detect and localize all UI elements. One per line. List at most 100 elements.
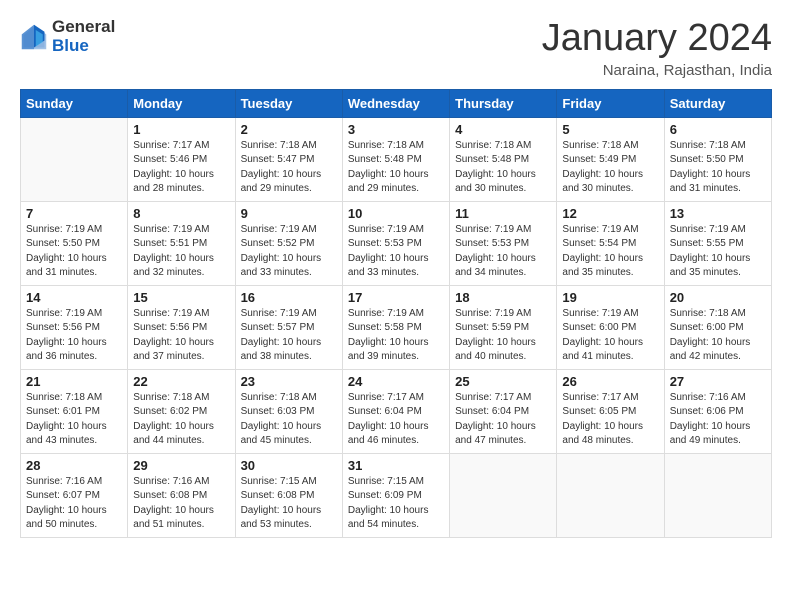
day-info: Sunrise: 7:19 AM Sunset: 5:58 PM Dayligh… xyxy=(348,307,444,365)
calendar-cell: 9Sunrise: 7:19 AM Sunset: 5:52 PM Daylig… xyxy=(235,201,342,285)
calendar-week-row: 1 Sunrise: 7:17 AM Sunset: 5:46 PM Daylig… xyxy=(21,117,772,201)
day-number: 10 xyxy=(348,206,444,221)
calendar-header-row: SundayMondayTuesdayWednesdayThursdayFrid… xyxy=(21,89,772,117)
logo-general: General xyxy=(52,18,115,37)
day-number: 23 xyxy=(241,374,337,389)
calendar-cell: 22 Sunrise: 7:18 AM Sunset: 6:02 PM Dayli… xyxy=(128,369,235,453)
calendar-week-row: 14Sunrise: 7:19 AM Sunset: 5:56 PM Dayli… xyxy=(21,285,772,369)
day-number: 24 xyxy=(348,374,444,389)
day-number: 11 xyxy=(455,206,551,221)
day-info: Sunrise: 7:18 AM Sunset: 5:50 PM Dayligh… xyxy=(670,139,766,197)
calendar-cell: 7Sunrise: 7:19 AM Sunset: 5:50 PM Daylig… xyxy=(21,201,128,285)
day-info: Sunrise: 7:19 AM Sunset: 5:55 PM Dayligh… xyxy=(670,223,766,281)
day-number: 13 xyxy=(670,206,766,221)
day-info: Sunrise: 7:19 AM Sunset: 5:54 PM Dayligh… xyxy=(562,223,658,281)
calendar-cell: 24 Sunrise: 7:17 AM Sunset: 6:04 PM Dayli… xyxy=(342,369,449,453)
day-info: Sunrise: 7:19 AM Sunset: 5:56 PM Dayligh… xyxy=(133,307,229,365)
calendar-cell: 25 Sunrise: 7:17 AM Sunset: 6:04 PM Dayli… xyxy=(450,369,557,453)
day-info: Sunrise: 7:19 AM Sunset: 5:56 PM Dayligh… xyxy=(26,307,122,365)
day-info: Sunrise: 7:19 AM Sunset: 5:51 PM Dayligh… xyxy=(133,223,229,281)
calendar-cell: 19 Sunrise: 7:19 AM Sunset: 6:00 PM Dayli… xyxy=(557,285,664,369)
day-number: 21 xyxy=(26,374,122,389)
day-info: Sunrise: 7:18 AM Sunset: 6:01 PM Dayligh… xyxy=(26,391,122,449)
day-number: 22 xyxy=(133,374,229,389)
day-info: Sunrise: 7:15 AM Sunset: 6:09 PM Dayligh… xyxy=(348,475,444,533)
day-info: Sunrise: 7:19 AM Sunset: 5:53 PM Dayligh… xyxy=(455,223,551,281)
day-number: 27 xyxy=(670,374,766,389)
calendar-cell: 2 Sunrise: 7:18 AM Sunset: 5:47 PM Daylig… xyxy=(235,117,342,201)
calendar-cell: 8 Sunrise: 7:19 AM Sunset: 5:51 PM Daylig… xyxy=(128,201,235,285)
calendar-week-row: 21 Sunrise: 7:18 AM Sunset: 6:01 PM Dayli… xyxy=(21,369,772,453)
day-number: 8 xyxy=(133,206,229,221)
calendar-cell: 30 Sunrise: 7:15 AM Sunset: 6:08 PM Dayli… xyxy=(235,453,342,537)
calendar-cell: 17 Sunrise: 7:19 AM Sunset: 5:58 PM Dayli… xyxy=(342,285,449,369)
calendar-cell: 6 Sunrise: 7:18 AM Sunset: 5:50 PM Daylig… xyxy=(664,117,771,201)
calendar-cell: 23 Sunrise: 7:18 AM Sunset: 6:03 PM Dayli… xyxy=(235,369,342,453)
day-info: Sunrise: 7:19 AM Sunset: 6:00 PM Dayligh… xyxy=(562,307,658,365)
day-info: Sunrise: 7:16 AM Sunset: 6:06 PM Dayligh… xyxy=(670,391,766,449)
calendar-title: January 2024 xyxy=(542,18,772,60)
day-number: 1 xyxy=(133,122,229,137)
day-number: 2 xyxy=(241,122,337,137)
calendar-cell: 12Sunrise: 7:19 AM Sunset: 5:54 PM Dayli… xyxy=(557,201,664,285)
logo-icon xyxy=(20,23,48,51)
day-info: Sunrise: 7:16 AM Sunset: 6:08 PM Dayligh… xyxy=(133,475,229,533)
calendar-cell: 28Sunrise: 7:16 AM Sunset: 6:07 PM Dayli… xyxy=(21,453,128,537)
calendar-week-row: 7Sunrise: 7:19 AM Sunset: 5:50 PM Daylig… xyxy=(21,201,772,285)
calendar-week-row: 28Sunrise: 7:16 AM Sunset: 6:07 PM Dayli… xyxy=(21,453,772,537)
day-number: 26 xyxy=(562,374,658,389)
day-info: Sunrise: 7:18 AM Sunset: 6:00 PM Dayligh… xyxy=(670,307,766,365)
day-info: Sunrise: 7:16 AM Sunset: 6:07 PM Dayligh… xyxy=(26,475,122,533)
logo: General Blue xyxy=(20,18,115,55)
day-number: 3 xyxy=(348,122,444,137)
calendar-cell: 21 Sunrise: 7:18 AM Sunset: 6:01 PM Dayli… xyxy=(21,369,128,453)
day-info: Sunrise: 7:18 AM Sunset: 6:03 PM Dayligh… xyxy=(241,391,337,449)
day-header-sunday: Sunday xyxy=(21,89,128,117)
day-info: Sunrise: 7:18 AM Sunset: 5:47 PM Dayligh… xyxy=(241,139,337,197)
title-block: January 2024 Naraina, Rajasthan, India xyxy=(542,18,772,79)
day-number: 17 xyxy=(348,290,444,305)
logo-blue-text: Blue xyxy=(52,37,115,56)
day-info: Sunrise: 7:15 AM Sunset: 6:08 PM Dayligh… xyxy=(241,475,337,533)
calendar-cell: 4 Sunrise: 7:18 AM Sunset: 5:48 PM Daylig… xyxy=(450,117,557,201)
day-header-monday: Monday xyxy=(128,89,235,117)
day-number: 31 xyxy=(348,458,444,473)
day-number: 16 xyxy=(241,290,337,305)
day-number: 25 xyxy=(455,374,551,389)
header: General Blue January 2024 Naraina, Rajas… xyxy=(20,18,772,79)
day-info: Sunrise: 7:17 AM Sunset: 6:04 PM Dayligh… xyxy=(348,391,444,449)
calendar-cell: 10 Sunrise: 7:19 AM Sunset: 5:53 PM Dayli… xyxy=(342,201,449,285)
day-number: 30 xyxy=(241,458,337,473)
logo-text: General Blue xyxy=(52,18,115,55)
day-number: 4 xyxy=(455,122,551,137)
day-info: Sunrise: 7:19 AM Sunset: 5:57 PM Dayligh… xyxy=(241,307,337,365)
calendar-cell: 5 Sunrise: 7:18 AM Sunset: 5:49 PM Daylig… xyxy=(557,117,664,201)
day-number: 18 xyxy=(455,290,551,305)
day-info: Sunrise: 7:19 AM Sunset: 5:53 PM Dayligh… xyxy=(348,223,444,281)
calendar-cell: 13 Sunrise: 7:19 AM Sunset: 5:55 PM Dayli… xyxy=(664,201,771,285)
calendar-cell xyxy=(557,453,664,537)
calendar-cell xyxy=(450,453,557,537)
day-info: Sunrise: 7:18 AM Sunset: 5:48 PM Dayligh… xyxy=(455,139,551,197)
day-info: Sunrise: 7:18 AM Sunset: 6:02 PM Dayligh… xyxy=(133,391,229,449)
day-number: 7 xyxy=(26,206,122,221)
day-number: 6 xyxy=(670,122,766,137)
day-header-tuesday: Tuesday xyxy=(235,89,342,117)
day-header-friday: Friday xyxy=(557,89,664,117)
calendar-cell xyxy=(21,117,128,201)
day-info: Sunrise: 7:17 AM Sunset: 6:05 PM Dayligh… xyxy=(562,391,658,449)
calendar-cell: 1 Sunrise: 7:17 AM Sunset: 5:46 PM Daylig… xyxy=(128,117,235,201)
calendar-cell: 11 Sunrise: 7:19 AM Sunset: 5:53 PM Dayli… xyxy=(450,201,557,285)
day-info: Sunrise: 7:17 AM Sunset: 5:46 PM Dayligh… xyxy=(133,139,229,197)
day-info: Sunrise: 7:19 AM Sunset: 5:52 PM Dayligh… xyxy=(241,223,337,281)
day-header-saturday: Saturday xyxy=(664,89,771,117)
page: General Blue January 2024 Naraina, Rajas… xyxy=(0,0,792,556)
calendar-cell: 26 Sunrise: 7:17 AM Sunset: 6:05 PM Dayli… xyxy=(557,369,664,453)
day-number: 19 xyxy=(562,290,658,305)
calendar-cell: 16 Sunrise: 7:19 AM Sunset: 5:57 PM Dayli… xyxy=(235,285,342,369)
day-number: 5 xyxy=(562,122,658,137)
day-number: 15 xyxy=(133,290,229,305)
day-info: Sunrise: 7:18 AM Sunset: 5:49 PM Dayligh… xyxy=(562,139,658,197)
day-info: Sunrise: 7:17 AM Sunset: 6:04 PM Dayligh… xyxy=(455,391,551,449)
day-header-wednesday: Wednesday xyxy=(342,89,449,117)
